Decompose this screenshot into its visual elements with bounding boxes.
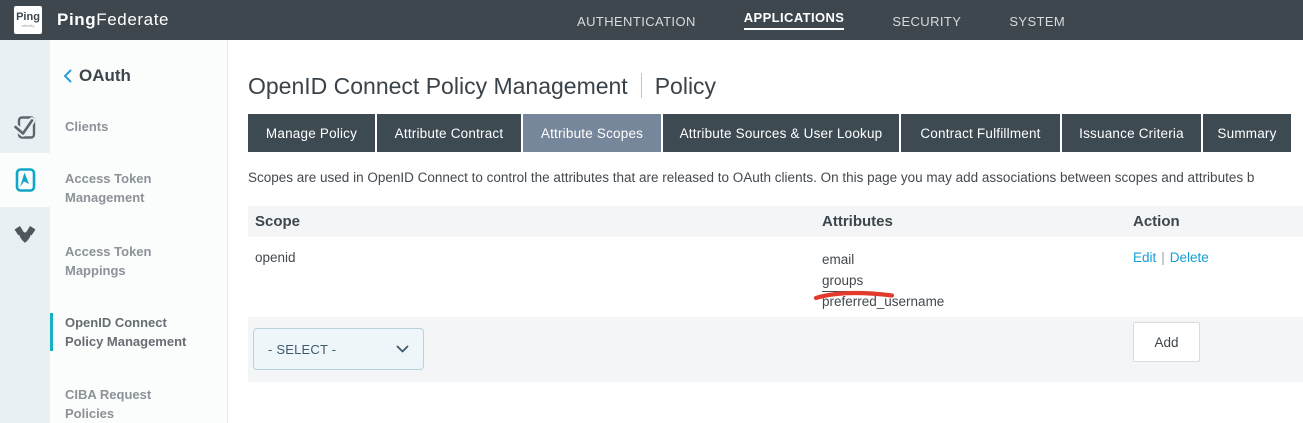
tab-contract-fulfillment[interactable]: Contract Fulfillment	[901, 114, 1060, 152]
attribute-email: email	[822, 250, 1133, 271]
attribute-groups: groups	[822, 271, 863, 293]
page-title-sub: Policy	[655, 73, 716, 99]
oauth-book-icon[interactable]	[0, 164, 50, 196]
column-header-scope: Scope	[248, 213, 822, 230]
product-name-rest: Federate	[96, 10, 169, 29]
scope-select-dropdown[interactable]: - SELECT -	[253, 328, 424, 370]
nav-authentication[interactable]: AUTHENTICATION	[577, 12, 696, 29]
chevron-left-icon	[63, 69, 72, 83]
column-header-action: Action	[1133, 213, 1303, 230]
tab-summary[interactable]: Summary	[1203, 114, 1291, 152]
topbar: Ping Identity PingFederate AUTHENTICATIO…	[0, 0, 1303, 40]
product-name: PingFederate	[57, 10, 169, 30]
title-divider	[641, 73, 642, 98]
sidebar: OAuth Clients Access Token Management Ac…	[50, 40, 228, 423]
column-header-attributes: Attributes	[822, 213, 1133, 230]
nav-security[interactable]: SECURITY	[892, 12, 961, 29]
sidebar-item-clients[interactable]: Clients	[65, 117, 195, 136]
scopes-table: Scope Attributes Action openid email gro…	[248, 206, 1303, 322]
table-header-row: Scope Attributes Action	[248, 206, 1303, 237]
action-separator: |	[1161, 250, 1165, 265]
ping-identity-logo: Ping Identity	[14, 6, 42, 34]
table-row: openid email groups preferred_username E…	[248, 237, 1303, 322]
tab-attribute-contract[interactable]: Attribute Contract	[377, 114, 521, 152]
chevron-down-icon	[396, 345, 409, 353]
tab-bar: Manage Policy Attribute Contract Attribu…	[248, 114, 1293, 152]
delete-link[interactable]: Delete	[1170, 250, 1209, 265]
federation-paw-icon[interactable]	[0, 218, 50, 252]
page-title: OpenID Connect Policy Management Policy	[248, 73, 716, 100]
tab-manage-policy[interactable]: Manage Policy	[248, 114, 375, 152]
tab-attribute-scopes[interactable]: Attribute Scopes	[523, 114, 661, 152]
add-scope-row: - SELECT - Add	[248, 317, 1303, 382]
nav-applications[interactable]: APPLICATIONS	[744, 10, 845, 30]
attribute-preferred-username: preferred_username	[822, 292, 1133, 313]
logo-subtext: Identity	[22, 24, 35, 28]
top-navigation: AUTHENTICATION APPLICATIONS SECURITY SYS…	[577, 0, 1065, 40]
sidebar-section-title: OAuth	[79, 66, 131, 86]
nav-system[interactable]: SYSTEM	[1009, 12, 1065, 29]
page-description: Scopes are used in OpenID Connect to con…	[248, 170, 1303, 185]
tab-attribute-sources-user-lookup[interactable]: Attribute Sources & User Lookup	[663, 114, 899, 152]
scope-cell: openid	[248, 250, 822, 313]
add-button[interactable]: Add	[1133, 322, 1200, 362]
clipboard-check-icon[interactable]	[0, 110, 50, 144]
tab-issuance-criteria[interactable]: Issuance Criteria	[1062, 114, 1201, 152]
main-content: OpenID Connect Policy Management Policy M…	[228, 40, 1303, 423]
attributes-cell: email groups preferred_username	[822, 250, 1133, 313]
icon-strip	[0, 40, 50, 423]
logo-word: Ping	[16, 12, 40, 23]
sidebar-back-oauth[interactable]: OAuth	[63, 66, 131, 86]
scope-select-value: - SELECT -	[268, 342, 336, 357]
sidebar-item-access-token-management[interactable]: Access Token Management	[65, 169, 195, 207]
sidebar-item-ciba-request-policies[interactable]: CIBA Request Policies	[65, 385, 195, 423]
edit-link[interactable]: Edit	[1133, 250, 1156, 265]
product-name-bold: Ping	[57, 10, 96, 29]
sidebar-item-openid-connect-policy-management[interactable]: OpenID Connect Policy Management	[50, 313, 195, 351]
page-title-main: OpenID Connect Policy Management	[248, 73, 628, 99]
sidebar-item-access-token-mappings[interactable]: Access Token Mappings	[65, 242, 195, 280]
action-cell: Edit | Delete	[1133, 250, 1303, 313]
